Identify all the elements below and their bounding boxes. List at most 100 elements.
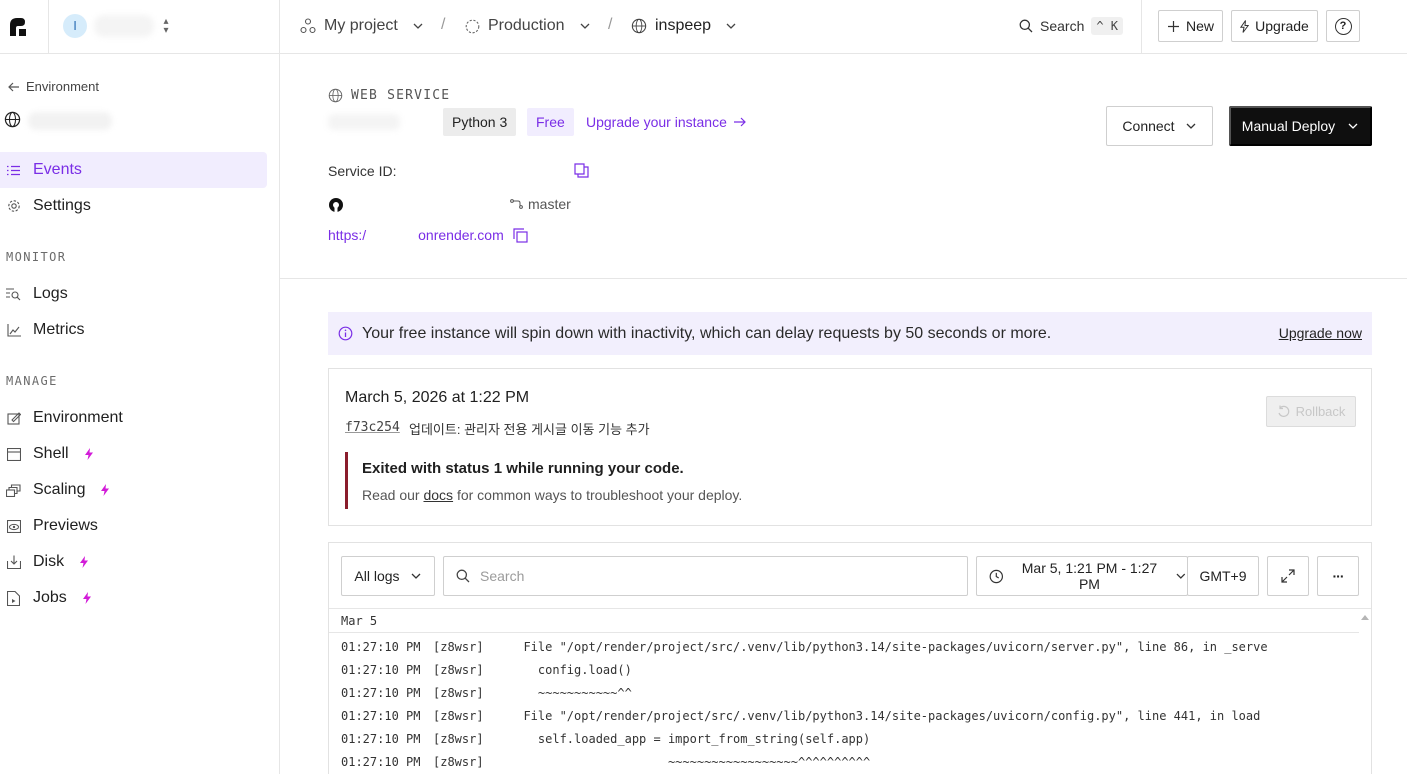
copy-icon[interactable] xyxy=(574,163,589,178)
back-to-environment-link[interactable]: Environment xyxy=(8,79,99,94)
breadcrumb-service-label: inspeep xyxy=(655,17,712,34)
sidebar-item-label: Disk xyxy=(33,553,65,570)
log-text: File "/opt/render/project/src/.venv/lib/… xyxy=(509,709,1261,723)
breadcrumb-separator: / xyxy=(441,16,446,33)
copy-icon[interactable] xyxy=(513,228,528,243)
connect-button[interactable]: Connect xyxy=(1106,106,1213,146)
log-day-label: Mar 5 xyxy=(341,614,378,628)
log-time: 01:27:10 PM xyxy=(341,640,421,654)
deploy-event-card: March 5, 2026 at 1:22 PM f73c254 업데이트: 관… xyxy=(328,368,1372,526)
log-time: 01:27:10 PM xyxy=(341,732,421,746)
sidebar-item-metrics[interactable]: Metrics xyxy=(0,312,267,348)
timezone-button[interactable]: GMT+9 xyxy=(1187,556,1259,596)
sidebar-item-settings[interactable]: Settings xyxy=(0,188,267,224)
service-url-link[interactable]: https:/ onrender.com xyxy=(328,227,504,243)
github-icon xyxy=(329,198,343,213)
upgrade-now-link[interactable]: Upgrade now xyxy=(1279,325,1362,341)
breadcrumb-environment[interactable]: Production xyxy=(465,15,591,37)
rollback-icon xyxy=(1277,405,1289,417)
sidebar-item-scaling[interactable]: Scaling xyxy=(0,472,267,508)
eye-icon xyxy=(6,519,21,534)
sidebar-item-label: Shell xyxy=(33,445,69,462)
log-instance: [z8wsr] xyxy=(433,732,484,746)
service-id-label: Service ID: xyxy=(328,163,397,179)
workspace-switcher-icon[interactable]: ▴ ▾ xyxy=(160,17,172,36)
sidebar-item-label: Logs xyxy=(33,285,68,302)
sidebar-item-shell[interactable]: Shell xyxy=(0,436,267,472)
free-instance-banner: Your free instance will spin down with i… xyxy=(328,312,1372,355)
scroll-up-icon[interactable] xyxy=(1359,611,1371,623)
breadcrumb-environment-label: Production xyxy=(488,17,565,34)
topbar-divider xyxy=(1141,0,1142,54)
commit-hash-link[interactable]: f73c254 xyxy=(345,420,400,435)
service-type-label: WEB SERVICE xyxy=(328,88,450,103)
sidebar-item-label: Metrics xyxy=(33,321,85,338)
breadcrumb-service[interactable]: inspeep xyxy=(631,15,737,37)
chevron-down-icon xyxy=(411,573,421,579)
log-search-input[interactable] xyxy=(480,568,950,584)
service-name-redacted xyxy=(28,112,112,130)
breadcrumb-separator: / xyxy=(608,16,613,33)
log-instance: [z8wsr] xyxy=(433,755,484,769)
manual-deploy-button[interactable]: Manual Deploy xyxy=(1229,106,1372,146)
upgrade-instance-label: Upgrade your instance xyxy=(586,114,727,130)
workspace-avatar[interactable]: I xyxy=(63,14,87,38)
new-button[interactable]: New xyxy=(1158,10,1223,42)
clock-icon xyxy=(989,569,1003,583)
sidebar-item-disk[interactable]: Disk xyxy=(0,544,267,580)
docs-link[interactable]: docs xyxy=(423,487,453,503)
chart-icon xyxy=(6,323,21,338)
sidebar-header: I ▴ ▾ xyxy=(0,0,280,54)
chevron-down-icon xyxy=(580,23,589,29)
upgrade-button[interactable]: Upgrade xyxy=(1231,10,1318,42)
rollback-button[interactable]: Rollback xyxy=(1266,396,1356,427)
sidebar-item-logs[interactable]: Logs xyxy=(0,276,267,312)
breadcrumb-project[interactable]: My project xyxy=(300,15,424,37)
more-options-button[interactable]: ··· xyxy=(1317,556,1359,596)
service-type-text: WEB SERVICE xyxy=(351,88,451,103)
runtime-tag: Python 3 xyxy=(443,108,517,136)
workspace-name-redacted[interactable] xyxy=(94,15,154,37)
log-line: 01:27:10 PM [z8wsr] File "/opt/render/pro… xyxy=(341,709,1260,727)
log-filter-dropdown[interactable]: All logs xyxy=(341,556,435,596)
log-line: 01:27:10 PM [z8wsr] ~~~~~~~~~~~~~~~~~~^^^… xyxy=(341,755,870,773)
upgrade-instance-link[interactable]: Upgrade your instance xyxy=(586,114,746,130)
plan-tag: Free xyxy=(527,108,574,136)
global-search-button[interactable]: Search ^ K xyxy=(1019,14,1124,38)
paid-bolt-icon xyxy=(101,484,110,496)
log-day-divider xyxy=(329,632,1359,633)
sidebar-item-jobs[interactable]: Jobs xyxy=(0,580,267,616)
error-suffix: for common ways to troubleshoot your dep… xyxy=(453,487,743,503)
log-text: ~~~~~~~~~~~^^ xyxy=(509,686,632,700)
help-button[interactable]: ? xyxy=(1326,10,1360,42)
branch-icon xyxy=(510,199,523,209)
time-range-label: Mar 5, 1:21 PM - 1:27 PM xyxy=(1021,560,1158,592)
log-instance: [z8wsr] xyxy=(433,663,484,677)
log-text: config.load() xyxy=(509,663,632,677)
back-label: Environment xyxy=(26,79,99,94)
paid-bolt-icon xyxy=(84,448,93,460)
gear-icon xyxy=(6,199,21,214)
chevron-down-icon xyxy=(726,23,736,29)
time-range-picker[interactable]: Mar 5, 1:21 PM - 1:27 PM xyxy=(976,556,1188,596)
sidebar-item-events[interactable]: Events xyxy=(0,152,267,188)
manage-section-label: MANAGE xyxy=(6,374,58,388)
rollback-label: Rollback xyxy=(1295,404,1346,419)
globe-icon xyxy=(631,18,647,34)
service-header: WEB SERVICE Python 3 Free Upgrade your i… xyxy=(280,54,1407,279)
connect-label: Connect xyxy=(1122,118,1175,134)
log-text: File "/opt/render/project/src/.venv/lib/… xyxy=(509,640,1268,654)
globe-icon xyxy=(328,88,343,103)
log-time: 01:27:10 PM xyxy=(341,686,421,700)
upgrade-button-label: Upgrade xyxy=(1255,18,1309,34)
log-time: 01:27:10 PM xyxy=(341,709,421,723)
log-time: 01:27:10 PM xyxy=(341,663,421,677)
jobs-icon xyxy=(6,590,21,606)
sidebar-item-environment[interactable]: Environment xyxy=(0,400,267,436)
render-logo-icon[interactable] xyxy=(8,16,28,36)
sidebar-item-previews[interactable]: Previews xyxy=(0,508,267,544)
sidebar-item-label: Events xyxy=(33,161,82,178)
fullscreen-button[interactable] xyxy=(1267,556,1309,596)
scaling-icon xyxy=(6,483,21,498)
log-search-field[interactable] xyxy=(443,556,968,596)
